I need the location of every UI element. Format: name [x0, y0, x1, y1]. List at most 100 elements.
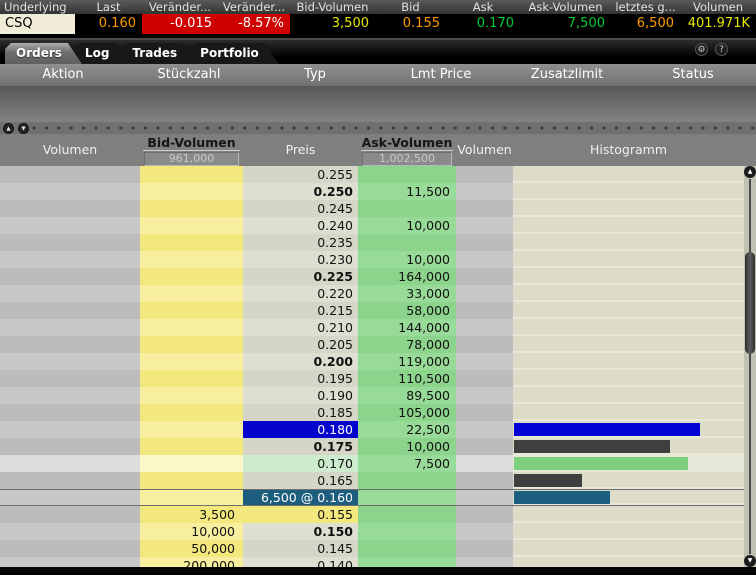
price-cell[interactable]: 0.235	[243, 234, 358, 251]
bid-volume-cell[interactable]	[140, 302, 243, 319]
price-cell[interactable]: 0.210	[243, 319, 358, 336]
ask-volume-cell[interactable]	[358, 472, 456, 489]
price-cell[interactable]: 0.195	[243, 370, 358, 387]
price-cell[interactable]: 0.165	[243, 472, 358, 489]
histogram-cell	[513, 387, 744, 404]
bid-volume-cell[interactable]	[140, 200, 243, 217]
collapse-down-icon[interactable]: ▼	[18, 123, 29, 134]
volume-left-cell	[0, 268, 140, 285]
quote-value-ask-volume: 7,500	[520, 14, 611, 34]
underlying-symbol[interactable]: CSQ	[0, 14, 75, 34]
price-cell[interactable]: 6,500 @ 0.160	[243, 490, 358, 505]
price-cell[interactable]: 0.215	[243, 302, 358, 319]
ask-volume-cell[interactable]: 78,000	[358, 336, 456, 353]
volume-right-cell	[456, 490, 513, 505]
ask-volume-cell[interactable]	[358, 200, 456, 217]
ask-volume-cell[interactable]	[358, 234, 456, 251]
ask-volume-cell[interactable]: 89,500	[358, 387, 456, 404]
ask-volume-cell[interactable]: 58,000	[358, 302, 456, 319]
bid-volume-cell[interactable]	[140, 472, 243, 489]
bid-volume-cell[interactable]	[140, 455, 243, 472]
ask-volume-cell[interactable]: 10,000	[358, 251, 456, 268]
price-cell[interactable]: 0.255	[243, 166, 358, 183]
bid-volume-cell[interactable]	[140, 217, 243, 234]
orders-column-header: Aktion Stückzahl Typ Lmt Price Zusatzlim…	[0, 64, 756, 86]
tab-orders[interactable]: Orders	[5, 43, 82, 64]
volume-left-cell	[0, 166, 140, 183]
bid-volume-total: 961,000	[144, 152, 239, 166]
ask-volume-cell[interactable]: 164,000	[358, 268, 456, 285]
histogram-cell	[513, 319, 744, 336]
price-cell[interactable]: 0.220	[243, 285, 358, 302]
bid-volume-cell[interactable]	[140, 404, 243, 421]
ask-volume-cell[interactable]: 10,000	[358, 217, 456, 234]
collapse-up-icon[interactable]: ▲	[3, 123, 14, 134]
help-icon[interactable]: ?	[715, 43, 728, 56]
bid-volume-cell[interactable]	[140, 421, 243, 438]
ask-volume-cell[interactable]: 144,000	[358, 319, 456, 336]
price-cell[interactable]: 0.150	[243, 523, 358, 540]
volume-left-cell	[0, 319, 140, 336]
price-cell[interactable]: 0.175	[243, 438, 358, 455]
bid-volume-cell[interactable]	[140, 268, 243, 285]
price-cell[interactable]: 0.190	[243, 387, 358, 404]
tab-bar: Orders Log Trades Portfolio ⚙ ?	[0, 40, 756, 64]
ask-volume-cell[interactable]: 7,500	[358, 455, 456, 472]
bid-volume-cell[interactable]	[140, 251, 243, 268]
tab-portfolio[interactable]: Portfolio	[189, 43, 279, 64]
scrollbar-thumb[interactable]	[745, 252, 755, 354]
ask-volume-cell[interactable]	[358, 166, 456, 183]
price-cell[interactable]: 0.240	[243, 217, 358, 234]
bid-volume-cell[interactable]	[140, 370, 243, 387]
bid-volume-cell[interactable]	[140, 319, 243, 336]
ask-volume-cell[interactable]: 105,000	[358, 404, 456, 421]
ask-volume-cell[interactable]: 22,500	[358, 421, 456, 438]
quote-header-row: Underlying Last Veränder... Veränder... …	[0, 0, 756, 14]
ask-volume-cell[interactable]	[358, 540, 456, 557]
tab-trades[interactable]: Trades	[121, 43, 197, 64]
ask-volume-cell[interactable]: 10,000	[358, 438, 456, 455]
bid-volume-cell[interactable]: 3,500	[140, 506, 243, 523]
bid-volume-cell[interactable]	[140, 387, 243, 404]
ask-volume-cell[interactable]	[358, 523, 456, 540]
bid-volume-cell[interactable]	[140, 353, 243, 370]
ladder-row: 0.25011,500	[0, 183, 756, 200]
configure-icon[interactable]: ⚙	[695, 43, 708, 56]
price-cell[interactable]: 0.225	[243, 268, 358, 285]
price-cell[interactable]: 0.230	[243, 251, 358, 268]
bid-volume-cell[interactable]	[140, 285, 243, 302]
price-cell[interactable]: 0.185	[243, 404, 358, 421]
bid-volume-cell[interactable]	[140, 234, 243, 251]
ask-volume-cell[interactable]: 33,000	[358, 285, 456, 302]
ladder-col-price: Preis	[243, 134, 358, 166]
bid-volume-cell[interactable]: 50,000	[140, 540, 243, 557]
ask-volume-cell[interactable]: 11,500	[358, 183, 456, 200]
bid-volume-cell[interactable]	[140, 166, 243, 183]
ask-volume-cell[interactable]	[358, 490, 456, 505]
scroll-down-icon[interactable]: ▼	[744, 555, 756, 567]
bid-volume-cell[interactable]	[140, 490, 243, 505]
price-cell[interactable]: 0.180	[243, 421, 358, 438]
ask-volume-cell[interactable]: 110,500	[358, 370, 456, 387]
volume-right-cell	[456, 217, 513, 234]
bid-volume-cell[interactable]	[140, 336, 243, 353]
scroll-up-icon[interactable]: ▲	[744, 166, 756, 178]
price-cell[interactable]: 0.245	[243, 200, 358, 217]
price-cell[interactable]: 0.205	[243, 336, 358, 353]
bid-volume-cell[interactable]	[140, 183, 243, 200]
bid-volume-cell[interactable]: 10,000	[140, 523, 243, 540]
tab-log[interactable]: Log	[74, 43, 129, 64]
price-cell[interactable]: 0.250	[243, 183, 358, 200]
price-cell[interactable]: 0.145	[243, 540, 358, 557]
price-cell[interactable]: 0.170	[243, 455, 358, 472]
price-cell[interactable]: 0.155	[243, 506, 358, 523]
histogram-cell	[513, 217, 744, 234]
bid-volume-cell[interactable]	[140, 438, 243, 455]
vertical-scrollbar[interactable]: ▲ ▼	[744, 166, 756, 567]
price-cell[interactable]: 0.200	[243, 353, 358, 370]
quote-value-last-size: 6,500	[611, 14, 680, 34]
panel-splitter[interactable]: ▲ ▼	[0, 122, 756, 134]
ask-volume-cell[interactable]	[358, 506, 456, 523]
volume-left-cell	[0, 490, 140, 505]
ask-volume-cell[interactable]: 119,000	[358, 353, 456, 370]
